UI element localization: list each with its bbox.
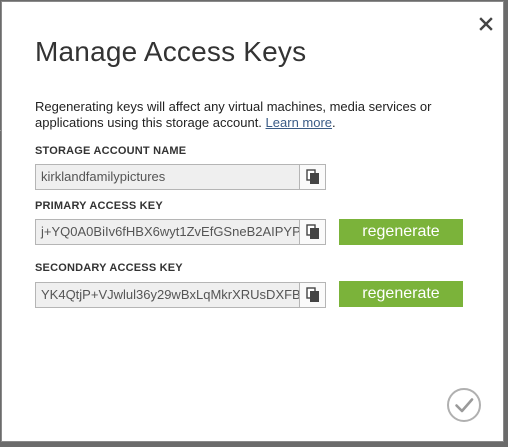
regenerate-primary-button[interactable]: regenerate (339, 219, 463, 245)
description-text: Regenerating keys will affect any virtua… (35, 99, 432, 130)
copy-secondary-key-button[interactable] (299, 283, 325, 307)
description-end: . (332, 115, 336, 130)
learn-more-link[interactable]: Learn more (266, 115, 332, 130)
regenerate-secondary-button[interactable]: regenerate (339, 281, 463, 307)
primary-access-key-label: PRIMARY ACCESS KEY (35, 200, 163, 212)
manage-access-keys-dialog: Manage Access Keys Regenerating keys wil… (1, 1, 504, 442)
storage-account-name-field: kirklandfamilypictures (35, 164, 326, 190)
close-button[interactable] (476, 14, 496, 34)
primary-access-key-field: j+YQ0A0BiIv6fHBX6wyt1ZvEfGSneB2AIPYPJI (35, 219, 326, 245)
secondary-access-key-field: YK4QtjP+VJwlul36y29wBxLqMkrXRUsDXFBg (35, 282, 326, 308)
copy-icon (305, 224, 319, 239)
close-icon (479, 17, 493, 31)
copy-storage-account-name-button[interactable] (299, 165, 325, 189)
copy-icon (305, 169, 319, 184)
primary-access-key-value[interactable]: j+YQ0A0BiIv6fHBX6wyt1ZvEfGSneB2AIPYPJI (36, 220, 299, 244)
ok-button[interactable] (446, 387, 482, 423)
secondary-access-key-label: SECONDARY ACCESS KEY (35, 262, 183, 274)
dialog-title: Manage Access Keys (35, 36, 307, 67)
storage-account-name-value[interactable]: kirklandfamilypictures (36, 165, 299, 189)
dialog-description: Regenerating keys will affect any virtua… (35, 99, 435, 131)
secondary-access-key-value[interactable]: YK4QtjP+VJwlul36y29wBxLqMkrXRUsDXFBg (36, 283, 299, 307)
copy-icon (305, 287, 319, 302)
storage-account-name-label: STORAGE ACCOUNT NAME (35, 145, 187, 157)
checkmark-icon (447, 388, 481, 422)
copy-primary-key-button[interactable] (299, 220, 325, 244)
